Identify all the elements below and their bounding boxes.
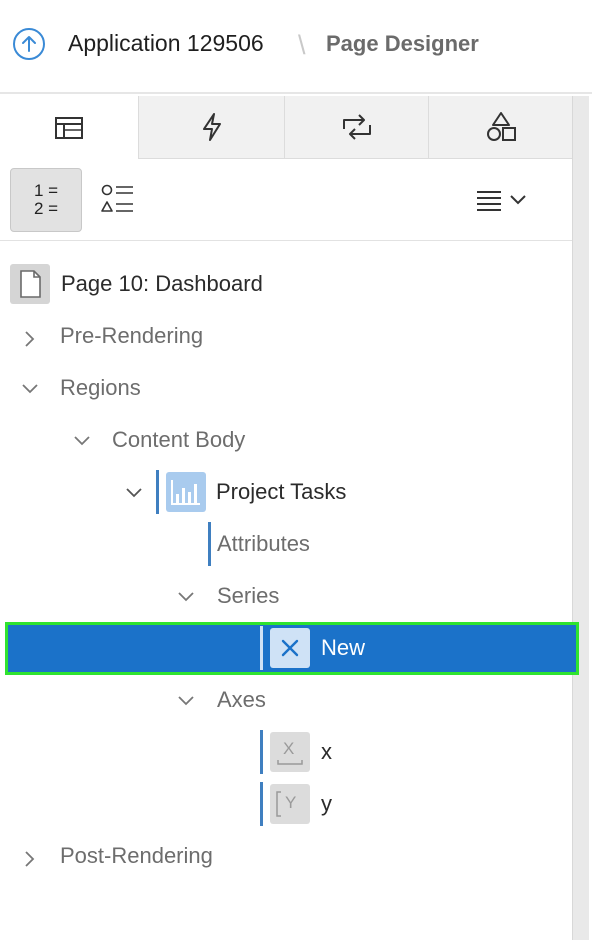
page-title: Page Designer xyxy=(326,31,479,56)
grid-layout-icon xyxy=(55,117,83,139)
chevron-down-icon[interactable] xyxy=(176,587,196,607)
tree-label-root: Page 10: Dashboard xyxy=(61,271,263,296)
tree-indent-bar xyxy=(260,626,263,670)
tree-label-content-body: Content Body xyxy=(112,427,246,452)
arrow-up-icon xyxy=(22,36,36,52)
tree-label-post-rendering: Post-Rendering xyxy=(60,843,213,868)
tree-label-axis-y: y xyxy=(321,791,332,816)
chevron-down-icon[interactable] xyxy=(20,379,40,399)
tree-toolbar: 1 = 2 = xyxy=(0,160,572,241)
tree-node-content-body[interactable]: Content Body xyxy=(112,414,245,466)
chevron-down-icon[interactable] xyxy=(124,483,144,503)
tree-node-root[interactable]: Page 10: Dashboard xyxy=(10,258,263,310)
page-header: Application 129506 \ Page Designer xyxy=(0,0,592,94)
tree-label-attributes: Attributes xyxy=(217,531,310,556)
arrows-cycle-icon xyxy=(342,114,371,140)
tab-rendering[interactable] xyxy=(0,96,138,160)
tree-label-regions: Regions xyxy=(60,375,141,400)
tree-label-axis-x: x xyxy=(321,739,332,764)
tree-indent-bar xyxy=(156,470,159,514)
chevron-down-icon[interactable] xyxy=(72,431,92,451)
tree-node-axes[interactable]: Axes xyxy=(217,674,266,726)
component-view-button[interactable] xyxy=(82,168,154,232)
tab-shared-components[interactable] xyxy=(428,96,572,159)
up-arrow-button[interactable] xyxy=(13,28,45,60)
tree-label-new-series: New xyxy=(321,635,366,660)
tree-indent-bar xyxy=(208,522,211,566)
tree-node-post-rendering[interactable]: Post-Rendering xyxy=(60,830,213,882)
tree-node-series[interactable]: Series xyxy=(217,570,279,622)
numbered-view-button[interactable]: 1 = 2 = xyxy=(10,168,82,232)
chevron-right-icon[interactable] xyxy=(20,849,40,869)
tree-node-axis-y[interactable]: Y y xyxy=(270,778,332,830)
shapes-list-icon xyxy=(101,184,133,212)
chevron-down-icon xyxy=(510,195,526,205)
tree-indent-bar xyxy=(260,730,263,774)
tab-processing[interactable] xyxy=(284,96,428,159)
tree-node-regions[interactable]: Regions xyxy=(60,362,141,414)
bar-chart-icon xyxy=(166,472,206,512)
shapes-icon xyxy=(486,112,516,141)
designer-tabs xyxy=(0,96,572,160)
breadcrumb-separator: \ xyxy=(298,30,306,60)
series-close-icon xyxy=(270,628,310,668)
y-axis-icon: Y xyxy=(270,784,310,824)
page-icon xyxy=(10,264,50,304)
tree-node-new-series[interactable]: New xyxy=(270,622,365,674)
tree-node-pre-rendering[interactable]: Pre-Rendering xyxy=(60,310,203,362)
tab-dynamic-actions[interactable] xyxy=(138,96,284,159)
chevron-down-icon[interactable] xyxy=(176,691,196,711)
tree-label-pre-rendering: Pre-Rendering xyxy=(60,323,204,348)
x-axis-icon: X xyxy=(270,732,310,772)
tree-node-attributes[interactable]: Attributes xyxy=(217,518,310,570)
tree-node-project-tasks[interactable]: Project Tasks xyxy=(166,466,346,518)
numbered-view-line-2: 2 = xyxy=(33,199,59,218)
tree-label-axes: Axes xyxy=(217,687,266,712)
hamburger-menu-icon xyxy=(477,191,526,211)
tree-label-project-tasks: Project Tasks xyxy=(216,479,347,504)
tree-label-series: Series xyxy=(217,583,280,608)
numbered-view-line-1: 1 = xyxy=(33,181,59,200)
lightning-icon xyxy=(202,113,221,141)
chevron-right-icon[interactable] xyxy=(20,329,40,349)
application-title[interactable]: Application 129506 xyxy=(68,30,264,57)
tree-node-axis-x[interactable]: X x xyxy=(270,726,332,778)
menu-dropdown-button[interactable] xyxy=(468,168,540,232)
tree-indent-bar xyxy=(260,782,263,826)
vertical-scrollbar[interactable] xyxy=(572,96,589,940)
